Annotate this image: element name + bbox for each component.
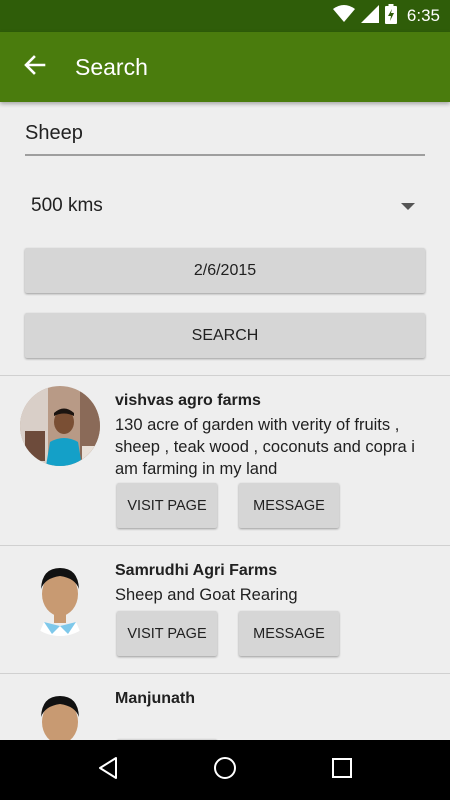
navigation-bar [0,740,450,800]
status-time: 6:35 [406,6,440,25]
message-button[interactable]: MESSAGE [239,483,339,528]
nav-home-icon [213,756,237,785]
item-text: Samrudhi Agri Farms Sheep and Goat Reari… [115,560,435,606]
avatar [20,556,100,636]
app-bar: Search [0,32,450,102]
item-description: Sheep and Goat Rearing [115,586,298,604]
visit-page-button[interactable]: VISIT PAGE [117,483,217,528]
dropdown-arrow-icon [401,202,415,210]
search-button[interactable]: SEARCH [25,313,425,358]
nav-back-button[interactable] [83,745,133,795]
item-actions: VISIT PAGE MESSAGE [117,611,339,656]
nav-home-button[interactable] [200,745,250,795]
battery-icon [384,3,397,29]
avatar [20,386,100,466]
nav-recents-icon [331,757,353,784]
item-description: 130 acre of garden with verity of fruits… [115,416,415,478]
distance-dropdown[interactable]: 500 kms [25,186,425,226]
page-title: Search [75,53,148,80]
visit-page-button[interactable]: VISIT PAGE [117,611,217,656]
status-bar: 6:35 [0,0,450,32]
item-name: vishvas agro farms [115,392,261,409]
item-name: Samrudhi Agri Farms [115,562,278,579]
list-item: Samrudhi Agri Farms Sheep and Goat Reari… [0,546,450,673]
item-name: Manjunath [115,690,195,707]
list-item: vishvas agro farms 130 acre of garden wi… [0,376,450,545]
wifi-icon [332,4,355,28]
result-list: vishvas agro farms 130 acre of garden wi… [0,375,450,784]
distance-value: 500 kms [31,195,103,216]
date-button[interactable]: 2/6/2015 [25,248,425,293]
search-input[interactable] [25,112,425,156]
item-text: vishvas agro farms 130 acre of garden wi… [115,390,435,480]
signal-icon [360,4,379,28]
nav-back-icon [97,756,119,785]
back-button[interactable] [0,32,70,102]
item-actions: VISIT PAGE MESSAGE [117,483,339,528]
item-text: Manjunath [115,688,435,710]
nav-recents-button[interactable] [317,745,367,795]
back-arrow-icon [24,54,46,81]
message-button[interactable]: MESSAGE [239,611,339,656]
